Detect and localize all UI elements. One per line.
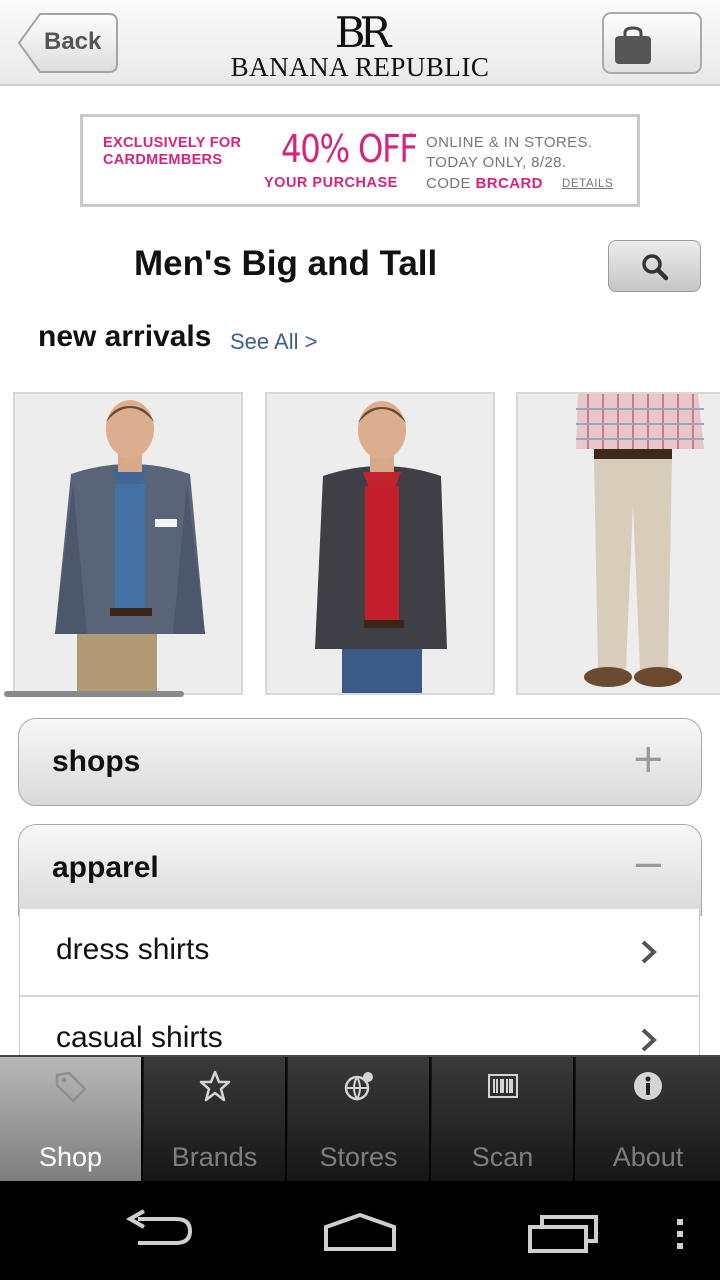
back-arrow-icon [125,1209,193,1245]
system-menu-button[interactable] [674,1205,686,1260]
shopping-bag-button[interactable] [602,12,702,74]
recent-apps-icon [528,1215,598,1253]
system-back-button[interactable] [124,1205,196,1260]
tag-icon [0,1069,141,1105]
promo-line-2: TODAY ONLY, 8/28. [426,154,567,171]
promo-asterisk: * [409,131,414,143]
see-all-link[interactable]: See All > [230,329,317,355]
chevron-right-icon [641,940,657,964]
back-button[interactable]: Back [18,13,118,73]
tab-about[interactable]: About [576,1057,720,1181]
info-icon [576,1069,720,1105]
product-image-khaki-pants [518,394,720,693]
chevron-right-icon [641,1028,657,1052]
product-card-khaki-pants[interactable] [516,392,720,695]
new-arrivals-heading: new arrivals [38,320,212,353]
product-image-plaid-blazer [15,394,241,693]
product-image-gray-blazer [267,394,493,693]
collapse-minus-icon: − [631,842,665,888]
product-carousel[interactable] [0,392,720,697]
app-header: Back BR BANANA REPUBLIC [0,0,720,86]
promo-code-prefix: CODE [426,175,471,192]
promo-code-line: CODE BRCARD [426,175,543,192]
brand-logo: BR BANANA REPUBLIC [220,12,500,82]
overflow-menu-icon [677,1219,683,1249]
promo-your-purchase: YOUR PURCHASE [264,175,398,191]
barcode-icon [432,1069,573,1105]
tab-stores[interactable]: Stores [288,1057,431,1181]
tab-brands[interactable]: Brands [144,1057,287,1181]
tab-scan[interactable]: Scan [432,1057,575,1181]
expand-plus-icon: + [631,736,665,782]
product-card-plaid-blazer[interactable] [13,392,243,695]
star-icon [144,1069,285,1105]
promo-headline: 40% OFF [281,127,418,171]
tab-label: Scan [471,1142,534,1172]
promo-exclusive-text: EXCLUSIVELY FOR CARDMEMBERS [103,135,242,168]
system-home-button[interactable] [322,1205,398,1260]
page-title: Men's Big and Tall [134,244,438,283]
search-icon [642,254,669,281]
shopping-bag-icon [615,26,651,64]
bottom-tab-bar: Shop Brands Stores Scan About [0,1055,720,1181]
back-button-label: Back [44,28,102,55]
promo-details-link[interactable]: DETAILS [562,178,613,190]
promo-code: BRCARD [475,175,543,192]
tab-label: About [612,1142,684,1172]
apparel-section-header[interactable]: apparel − [18,824,702,916]
screen: Back BR BANANA REPUBLIC EXCLUSIVELY FOR … [0,0,720,1280]
shops-section-header[interactable]: shops + [18,718,702,806]
tab-label: Brands [171,1142,258,1172]
shops-section-label: shops [52,745,141,778]
search-button[interactable] [608,240,701,292]
tab-label: Stores [319,1142,398,1172]
system-recents-button[interactable] [526,1205,600,1260]
product-card-gray-blazer[interactable] [265,392,495,695]
list-item-label: dress shirts [56,933,210,966]
brand-logo-text: BANANA REPUBLIC [230,52,490,82]
globe-icon [288,1069,429,1105]
list-item-dress-shirts[interactable]: dress shirts [19,909,700,997]
tab-shop[interactable]: Shop [0,1057,143,1181]
tab-label: Shop [38,1142,103,1172]
carousel-scroll-indicator [4,691,184,697]
promo-banner[interactable]: EXCLUSIVELY FOR CARDMEMBERS 40% OFF * YO… [80,114,640,207]
brand-logo-mark: BR [334,8,392,57]
apparel-section-label: apparel [52,851,159,884]
promo-line-1: ONLINE & IN STORES. [426,134,593,151]
system-nav-bar [0,1181,720,1280]
list-item-label: casual shirts [56,1021,223,1054]
home-icon [324,1212,396,1251]
